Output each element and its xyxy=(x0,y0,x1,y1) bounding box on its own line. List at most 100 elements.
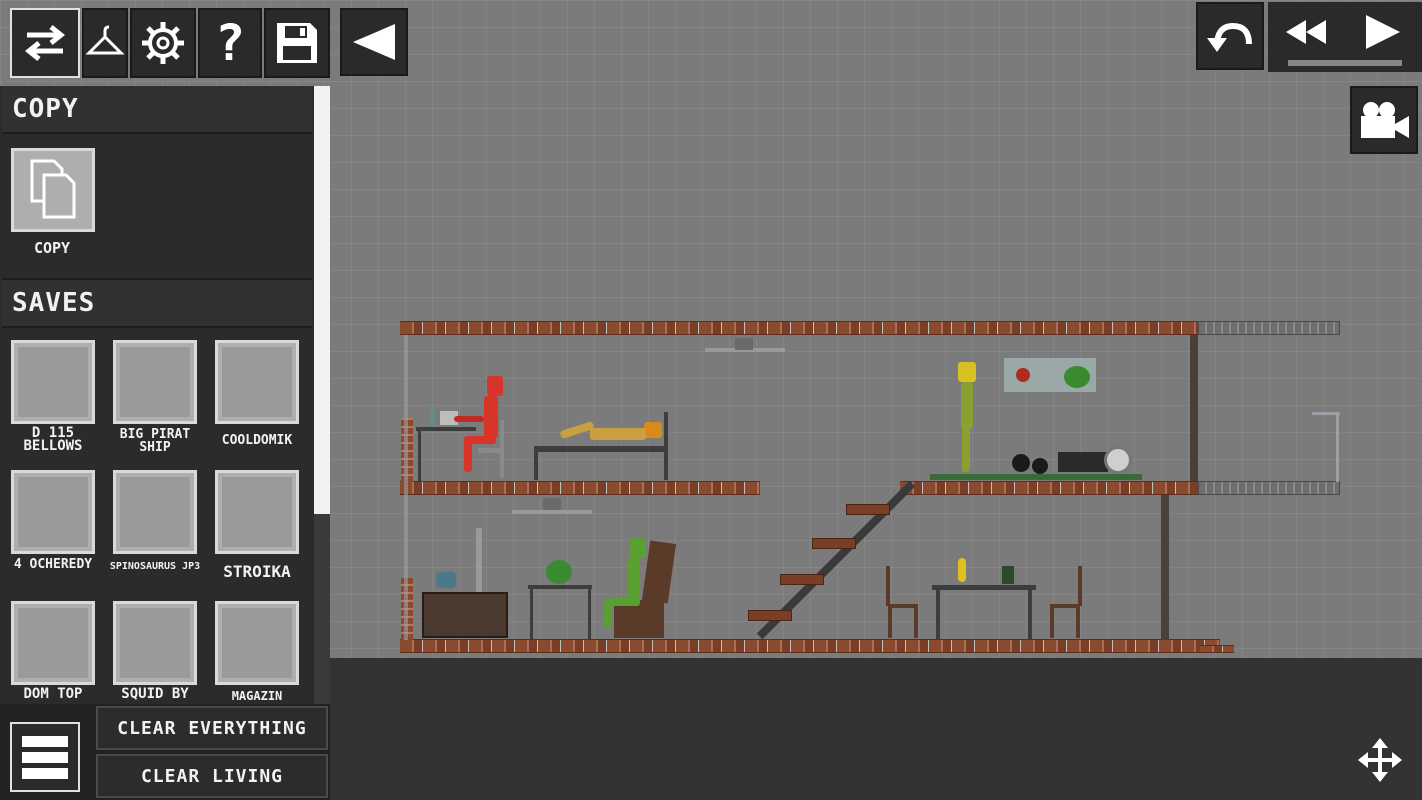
panel-scrollbar[interactable] xyxy=(314,86,330,514)
spawn-panel: COPY COPY SAVES D 115 BELLOWS BIG PIRAT … xyxy=(0,86,330,704)
floor-edge[interactable] xyxy=(1200,645,1234,653)
second-floor-left[interactable] xyxy=(400,481,760,495)
save-preview xyxy=(222,608,292,678)
desk-leg[interactable] xyxy=(418,431,421,481)
ground-floor-beam[interactable] xyxy=(400,639,1220,653)
camera-button[interactable] xyxy=(1350,86,1418,154)
roof-brick-beam[interactable] xyxy=(400,321,1200,335)
dining-table-leg-r[interactable] xyxy=(1028,590,1032,639)
bed-frame[interactable] xyxy=(534,446,668,452)
hanger-icon xyxy=(85,25,125,55)
clear-everything-button[interactable]: CLEAR EVERYTHING xyxy=(96,706,328,750)
tv-stand-pole[interactable] xyxy=(476,528,482,592)
side-table[interactable] xyxy=(528,585,592,589)
collapse-panel-button[interactable] xyxy=(340,8,408,76)
stair-step-1[interactable] xyxy=(748,610,792,621)
bottom-bar: CLEAR EVERYTHING CLEAR LIVING xyxy=(0,704,330,800)
armchair-back[interactable] xyxy=(641,540,677,604)
save-item-spinosaurus-jp3[interactable] xyxy=(113,470,197,554)
save-preview xyxy=(120,608,190,678)
picture-apple xyxy=(1016,368,1030,382)
collapse-triangle-icon xyxy=(353,24,395,60)
time-scale-slider[interactable] xyxy=(1288,60,1402,66)
side-table-leg-r[interactable] xyxy=(588,589,591,639)
save-preview xyxy=(120,477,190,547)
rewind-button[interactable] xyxy=(1278,10,1334,54)
save-button[interactable] xyxy=(264,8,330,78)
save-item-d115-bellows[interactable] xyxy=(11,340,95,424)
ceiling-fan-mid-hub[interactable] xyxy=(543,498,561,510)
help-button[interactable]: ? xyxy=(198,8,262,78)
play-button[interactable] xyxy=(1354,8,1410,56)
bottle[interactable] xyxy=(430,407,435,427)
playback-controls xyxy=(1268,2,1422,72)
kettlebell-1[interactable] xyxy=(1012,454,1030,472)
balcony-railing[interactable] xyxy=(1336,414,1339,482)
settings-button[interactable] xyxy=(130,8,196,78)
save-item-4-ocheredy[interactable] xyxy=(11,470,95,554)
right-pole-upper[interactable] xyxy=(1190,335,1198,481)
desk-top[interactable] xyxy=(416,427,476,431)
stair-step-3[interactable] xyxy=(812,538,856,549)
copy-pages-icon xyxy=(30,159,76,219)
bed-headboard[interactable] xyxy=(664,412,668,480)
save-label: MAGAZIN xyxy=(231,689,283,703)
watermelon[interactable] xyxy=(546,560,572,584)
save-item-stroika[interactable] xyxy=(215,470,299,554)
ground xyxy=(330,658,1422,800)
save-item-squid-by[interactable] xyxy=(113,601,197,685)
juice-carton[interactable] xyxy=(1002,566,1014,584)
gym-mat[interactable] xyxy=(930,474,1142,480)
hanger-button[interactable] xyxy=(82,8,128,78)
save-preview xyxy=(120,347,190,417)
bed-leg[interactable] xyxy=(534,452,538,480)
rewind-icon xyxy=(1286,20,1326,44)
dining-table[interactable] xyxy=(932,585,1036,590)
wooden-crate[interactable] xyxy=(422,592,508,638)
save-item-big-pirat-ship[interactable] xyxy=(113,340,197,424)
panel-scroll-track[interactable] xyxy=(314,514,330,704)
stair-step-2[interactable] xyxy=(780,574,824,585)
save-item-cooldomik[interactable] xyxy=(215,340,299,424)
copy-tool-button[interactable] xyxy=(11,148,95,232)
undo-icon xyxy=(1207,22,1252,52)
weight-plate[interactable] xyxy=(1104,446,1132,474)
save-item-magazin[interactable] xyxy=(215,601,299,685)
move-tool-button[interactable] xyxy=(1356,736,1404,784)
teapot[interactable] xyxy=(436,572,456,588)
office-chair-back[interactable] xyxy=(500,420,504,478)
swap-arrows-icon xyxy=(24,25,66,61)
swap-button[interactable] xyxy=(10,8,80,78)
second-floor-right[interactable] xyxy=(900,481,1200,495)
balcony-railing-top[interactable] xyxy=(1312,412,1340,415)
save-label: SPINOSAURUS JP3 xyxy=(109,561,201,572)
clear-living-button[interactable]: CLEAR LIVING xyxy=(96,754,328,798)
save-preview xyxy=(18,608,88,678)
dining-table-leg-l[interactable] xyxy=(936,590,940,639)
ceiling-fan-top-hub[interactable] xyxy=(735,338,753,350)
save-preview xyxy=(222,477,292,547)
left-glass-pole[interactable] xyxy=(404,335,408,640)
side-table-leg-l[interactable] xyxy=(530,589,533,639)
kettlebell-2[interactable] xyxy=(1032,458,1048,474)
stair-step-4[interactable] xyxy=(846,504,890,515)
dining-chair-right-back[interactable] xyxy=(1078,566,1082,606)
right-pole-lower[interactable] xyxy=(1161,495,1169,640)
undo-button[interactable] xyxy=(1196,2,1264,70)
main-menu-button[interactable] xyxy=(10,722,80,792)
save-preview xyxy=(18,477,88,547)
roof-metal-beam[interactable] xyxy=(1198,321,1340,335)
dining-chair-right[interactable] xyxy=(1050,604,1080,638)
save-disk-icon xyxy=(277,23,317,63)
dining-chair-left[interactable] xyxy=(888,604,918,638)
save-item-dom-top[interactable] xyxy=(11,601,95,685)
balcony-metal-beam[interactable] xyxy=(1198,481,1340,495)
corn[interactable] xyxy=(958,558,966,582)
save-label: COOLDOMIK xyxy=(221,433,293,448)
save-preview xyxy=(222,347,292,417)
save-label: DOM TOP xyxy=(23,686,83,702)
ceiling-fan-mid[interactable] xyxy=(512,510,592,514)
dining-chair-left-back[interactable] xyxy=(886,566,890,606)
save-label: 4 OCHEREDY xyxy=(13,557,93,572)
dumbbell-rack[interactable] xyxy=(1058,452,1108,472)
